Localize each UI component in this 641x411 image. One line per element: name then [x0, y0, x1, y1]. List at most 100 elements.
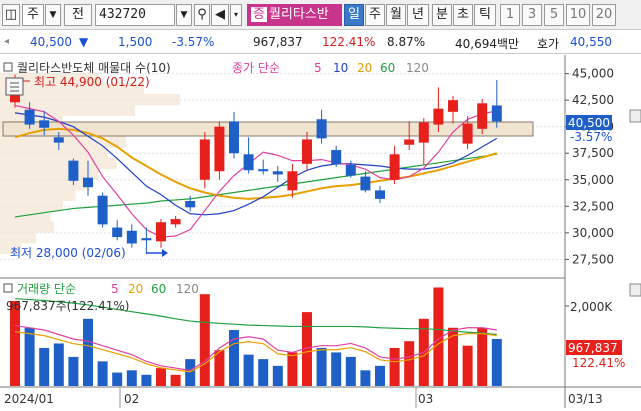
vma60-label: 60 [151, 282, 166, 296]
volume-bar [360, 370, 371, 386]
volume-panel-title: 거래량 단순 [17, 282, 76, 296]
change-percent: -3.57% [172, 35, 215, 49]
candle-body [39, 120, 50, 128]
y-tick-label: 35,000 [572, 173, 614, 187]
type-dropdown-icon[interactable]: ▼ [45, 4, 61, 26]
candle-body [53, 137, 64, 143]
period-month[interactable]: 월 [386, 4, 406, 26]
candle-body [243, 154, 254, 171]
candle-body [141, 238, 152, 241]
prev-button[interactable]: 전 [64, 4, 92, 26]
period-week[interactable]: 주 [365, 4, 385, 26]
candle-body [229, 121, 239, 154]
volume-bar [156, 368, 166, 386]
volume-profile-bar [0, 157, 117, 170]
candle-body [477, 103, 488, 129]
candle-body [258, 169, 269, 172]
candle-body [214, 126, 225, 172]
volume-bar [389, 347, 400, 386]
volume-bar [345, 356, 356, 386]
volume-bar [126, 370, 137, 386]
volume-bar [258, 359, 269, 386]
candle-body [68, 160, 79, 181]
volume-bar [199, 294, 210, 386]
volume-panel-toggle[interactable] [3, 283, 13, 293]
price-panel-title: 퀄리타스반도체 매물대 수(10) [17, 61, 171, 75]
period-tick[interactable]: 틱 [474, 4, 496, 26]
interval-5[interactable]: 5 [544, 4, 564, 26]
interval-3[interactable]: 3 [522, 4, 542, 26]
candle-body [360, 176, 371, 191]
volume-pct-tag: 122.41% [572, 356, 625, 370]
candle-body [491, 105, 502, 122]
candle-body [185, 201, 196, 208]
volume-bar [375, 365, 385, 386]
more-icon[interactable]: ▾ [230, 4, 242, 26]
current-pct-tag: -3.57% [570, 130, 612, 144]
change-arrow: ▼ [79, 35, 89, 49]
code-input[interactable]: 432720 [95, 4, 175, 26]
volume-bar [97, 361, 108, 386]
ma20-label: 20 [357, 61, 372, 75]
collapse-icon[interactable]: ◂ [4, 36, 9, 47]
ask-label: 호가 [537, 37, 560, 51]
volume-bar [24, 327, 35, 386]
low-label: 최저 28,000 (02/06) [10, 246, 126, 260]
high-label: 최고 44,900 (01/22) [34, 75, 150, 89]
type-select[interactable]: 주 [22, 4, 44, 26]
scroll-up-icon[interactable] [629, 109, 641, 123]
vma120-label: 120 [176, 282, 199, 296]
candle-body [433, 108, 444, 125]
ma120-label: 120 [406, 61, 429, 75]
turnover-ratio: 8.87% [387, 35, 426, 49]
chart-area[interactable]: 퀄리타스반도체 매물대 수(10) 종가 단순 5 10 20 60 120 최… [0, 55, 641, 408]
ask-price: 40,550 [570, 35, 612, 49]
volume-value: 967,837 [253, 35, 303, 49]
candle-body [287, 171, 298, 191]
volume-bar [53, 343, 64, 386]
ma10-label: 10 [333, 61, 348, 75]
code-dropdown-icon[interactable]: ▼ [176, 4, 192, 26]
volume-y-tick: 2,000K [570, 300, 613, 314]
candle-body [404, 139, 415, 145]
quote-bar: ◂ 40,500 ▼ 1,500 -3.57% 967,837 122.41% … [0, 30, 641, 54]
y-tick-label: 37,500 [572, 146, 614, 160]
candle-body [170, 219, 181, 225]
volume-bar [39, 347, 50, 386]
interval-10[interactable]: 10 [566, 4, 590, 26]
stock-name[interactable]: 증 퀄리타스반 [247, 4, 342, 26]
volume-profile-bar [0, 231, 36, 244]
candle-body [462, 123, 473, 144]
y-tick-label: 42,500 [572, 93, 614, 107]
candle-body [448, 100, 458, 112]
volume-bar [112, 372, 123, 386]
volume-bar [331, 352, 342, 386]
candle-body [24, 109, 35, 125]
candle-body [331, 150, 342, 164]
volume-bar [491, 338, 502, 386]
period-second[interactable]: 초 [453, 4, 473, 26]
volume-tag-text: 967,837 [568, 341, 618, 355]
period-minute[interactable]: 분 [432, 4, 452, 26]
volume-bar [272, 365, 283, 386]
price-chart[interactable]: 퀄리타스반도체 매물대 수(10) 종가 단순 5 10 20 60 120 최… [0, 55, 641, 408]
interval-20[interactable]: 20 [592, 4, 616, 26]
interval-1[interactable]: 1 [500, 4, 520, 26]
candle-body [418, 122, 429, 143]
search-icon[interactable]: ⚲ [194, 4, 210, 26]
volume-current-label: 967,837주(122.41%) [6, 299, 129, 313]
candle-body [199, 139, 210, 180]
y-tick-label: 45,000 [572, 67, 614, 81]
ma60-label: 60 [380, 61, 395, 75]
period-day[interactable]: 일 [344, 4, 364, 26]
vma5-label: 5 [111, 282, 119, 296]
price-panel-toggle[interactable] [3, 62, 13, 72]
window-icon[interactable]: ◫ [2, 4, 20, 26]
candle-body [389, 154, 400, 180]
period-year[interactable]: 년 [407, 4, 429, 26]
volume-scroll-icon[interactable] [629, 283, 641, 297]
speaker-icon[interactable]: ◀ [211, 4, 229, 26]
volume-bar [170, 374, 181, 386]
trade-amount: 40,694백만 [455, 37, 520, 51]
volume-bar [243, 354, 254, 386]
